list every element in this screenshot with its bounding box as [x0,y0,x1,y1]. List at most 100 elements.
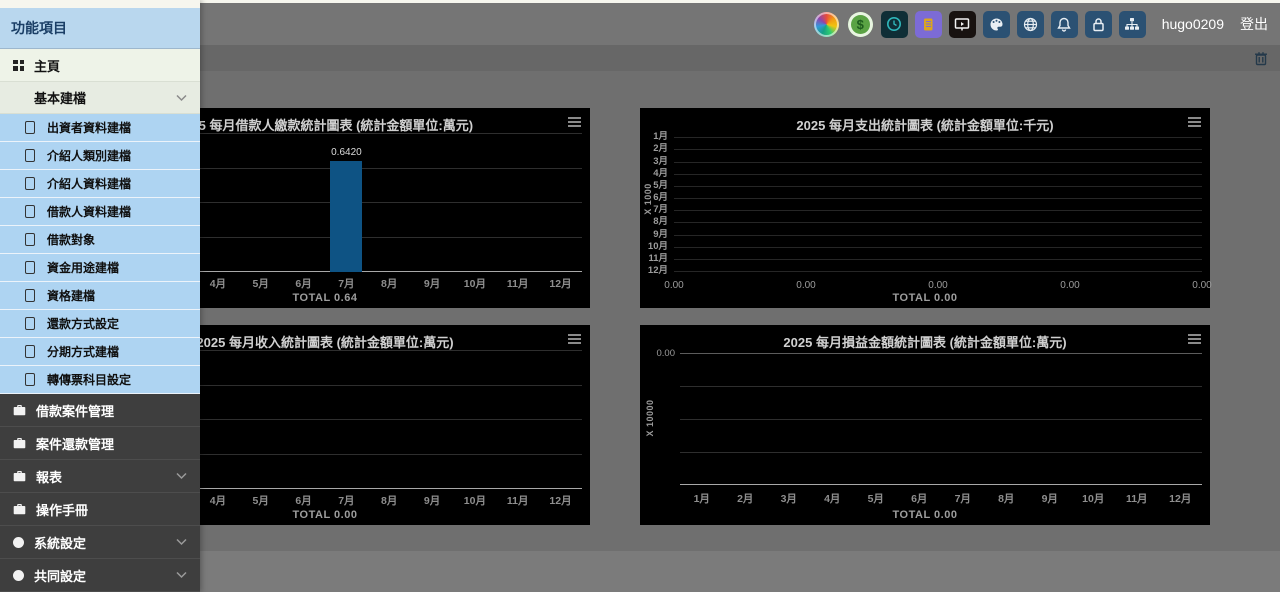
x-label: 10月 [453,493,496,508]
sitemap-icon[interactable] [1119,11,1146,38]
sidebar-module-4[interactable]: 系統設定 [0,526,200,559]
presentation-icon[interactable] [949,11,976,38]
x-label: 5月 [239,276,282,291]
x-label: 9月 [411,276,454,291]
tablet-icon [25,149,35,162]
x-label: 10月 [453,276,496,291]
x-label: 5月 [854,491,898,506]
sidebar-item-label: 資格建檔 [47,287,95,304]
x-label: 10月 [1072,491,1116,506]
palette-icon[interactable] [983,11,1010,38]
sidebar-module-1[interactable]: 案件還款管理 [0,427,200,460]
x-label: 7月 [325,276,368,291]
x-tick: 0.00 [928,280,947,291]
x-label: 7月 [325,493,368,508]
username-label: hugo0209 [1162,16,1224,32]
chart-row-7月: 7月 [674,199,1202,211]
y-label: 12月 [648,262,668,276]
chart-menu-icon[interactable] [1188,334,1201,346]
sidebar-item-basic-0[interactable]: 出資者資料建檔 [0,114,200,142]
sidebar-item-basic-3[interactable]: 借款人資料建檔 [0,198,200,226]
x-label: 4月 [811,491,855,506]
sidebar-module-3[interactable]: 操作手冊 [0,493,200,526]
sidebar-item-basic-8[interactable]: 分期方式建檔 [0,338,200,366]
lock-icon[interactable] [1085,11,1112,38]
x-label: 6月 [282,493,325,508]
sphere-icon [13,570,24,581]
sidebar-module-label: 案件還款管理 [36,434,114,453]
x-tick: 0.00 [1192,280,1211,291]
chart-total-label: TOTAL 0.00 [640,292,1210,304]
sidebar-item-basic-9[interactable]: 轉傳票科目設定 [0,366,200,394]
chart-gridline [680,419,1202,420]
chart-axis-line [680,484,1202,485]
chart-gridline-zero: 0.00 [680,353,1202,354]
x-tick: 0.00 [1060,280,1079,291]
green-coin-icon: $ [848,12,873,37]
logout-button[interactable]: 登出 [1240,14,1268,34]
sidebar-sub-list: 出資者資料建檔介紹人類別建檔介紹人資料建檔借款人資料建檔借款對象資金用途建檔資格… [0,114,200,394]
sidebar-item-basic-4[interactable]: 借款對象 [0,226,200,254]
x-label: 9月 [1028,491,1072,506]
y-axis-unit-label: X 10000 [645,388,655,448]
sidebar-item-label: 借款對象 [47,231,95,248]
sidebar-item-basic-5[interactable]: 資金用途建檔 [0,254,200,282]
sidebar-module-label: 借款案件管理 [36,401,114,420]
chart-plot-area: 1月2月3月4月5月6月7月8月9月10月11月12月 [674,126,1202,272]
sidebar-module-5[interactable]: 共同設定 [0,559,200,592]
chevron-down-icon [176,473,187,480]
sidebar-item-label: 分期方式建檔 [47,343,119,360]
x-label: 4月 [196,493,239,508]
briefcase-icon [13,470,26,482]
chart-row-5月: 5月 [674,175,1202,187]
x-label: 12月 [1159,491,1203,506]
chart-plot-area: 0.00 [680,353,1202,485]
sidebar-item-basic-6[interactable]: 資格建檔 [0,282,200,310]
sidebar-item-label: 介紹人類別建檔 [47,147,131,164]
x-label: 2月 [724,491,768,506]
chart-menu-icon[interactable] [568,117,581,129]
colorful-ball-icon[interactable] [813,11,840,38]
x-label: 11月 [496,493,539,508]
x-label: 8月 [368,276,411,291]
x-tick: 0.00 [796,280,815,291]
x-label: 7月 [941,491,985,506]
trash-icon[interactable] [1254,51,1268,66]
sidebar-item-basic-2[interactable]: 介紹人資料建檔 [0,170,200,198]
sidebar-item-label: 還款方式設定 [47,315,119,332]
sidebar-item-home[interactable]: 主頁 [0,49,200,82]
tablet-icon [25,177,35,190]
chart-row-4月: 4月 [674,163,1202,175]
green-coin-icon[interactable]: $ [847,11,874,38]
scroll-icon[interactable] [915,11,942,38]
x-label: 12月 [539,493,582,508]
y-axis-unit-label: X 1000 [643,169,653,229]
briefcase-icon [13,437,26,449]
tablet-icon [25,205,35,218]
chart-row-10月: 10月 [674,236,1202,248]
sidebar-item-basic-7[interactable]: 還款方式設定 [0,310,200,338]
bell-icon[interactable] [1051,11,1078,38]
sidebar-module-0[interactable]: 借款案件管理 [0,394,200,427]
chart-row-9月: 9月 [674,223,1202,235]
chart-x-ticks: 0.000.000.000.000.00 [674,280,1202,292]
sidebar-module-label: 操作手冊 [36,500,88,519]
clock-icon[interactable] [881,11,908,38]
sidebar-group-basic[interactable]: 基本建檔 [0,82,200,114]
chevron-down-icon [176,572,187,579]
sidebar-module-2[interactable]: 報表 [0,460,200,493]
globe-icon[interactable] [1017,11,1044,38]
y-tick-label: 0.00 [657,348,676,359]
chart-panel-monthly-expense: 2025 每月支出統計圖表 (統計金額單位:千元)TOTAL 0.001月2月3… [640,108,1210,308]
sidebar-item-basic-1[interactable]: 介紹人類別建檔 [0,142,200,170]
bar-value-label: 0.6420 [331,147,362,158]
chart-x-labels: 1月2月3月4月5月6月7月8月9月10月11月12月 [680,491,1202,506]
chart-menu-icon[interactable] [568,334,581,346]
chart-bar-7月: 0.6420 [330,161,362,272]
tablet-icon [25,121,35,134]
sphere-icon [13,537,24,548]
x-label: 12月 [539,276,582,291]
chart-row-12月: 12月 [674,260,1202,272]
tablet-icon [25,345,35,358]
sidebar-item-label: 借款人資料建檔 [47,203,131,220]
